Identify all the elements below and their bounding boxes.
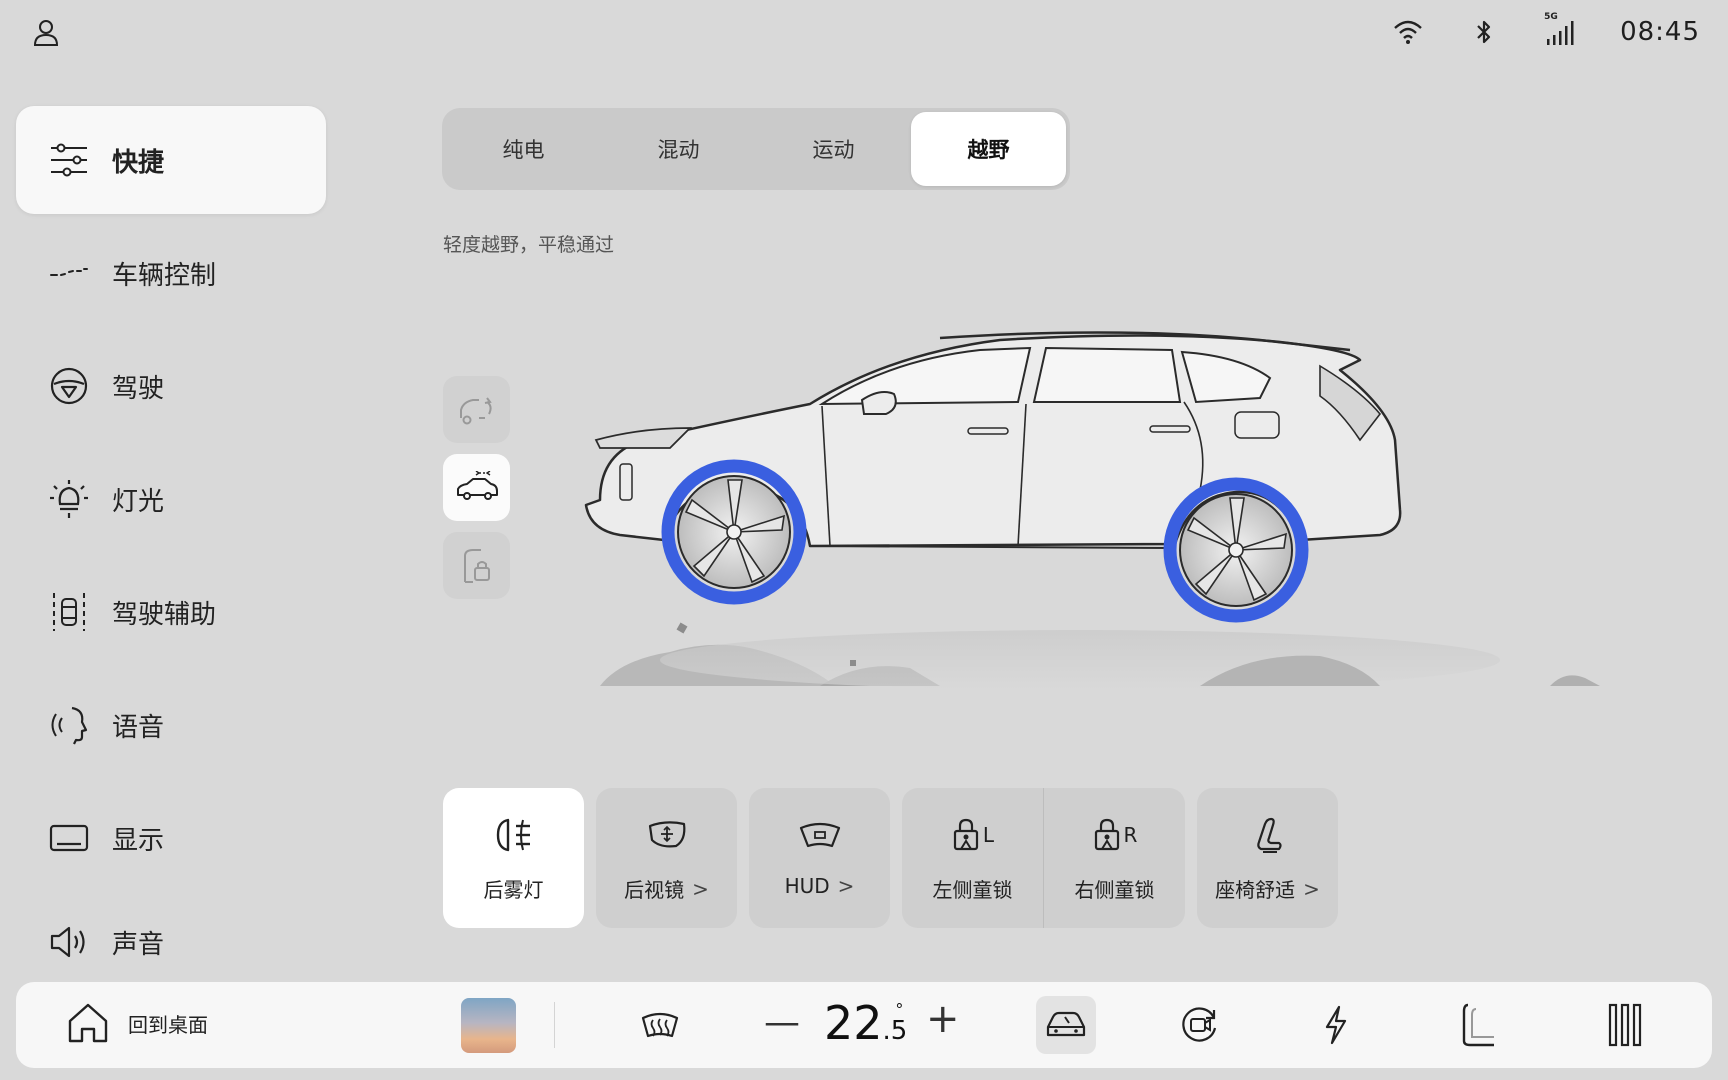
sidebar-item-driver-assist[interactable]: 驾驶辅助 bbox=[16, 558, 326, 666]
right-child-lock-button[interactable]: R 右侧童锁 bbox=[1044, 788, 1185, 928]
signal-5g-icon: 5G bbox=[1544, 12, 1576, 48]
network-badge: 5G bbox=[1544, 12, 1558, 22]
rear-fog-light-button[interactable]: 后雾灯 bbox=[443, 788, 584, 928]
tailgate-view-button[interactable] bbox=[443, 376, 510, 443]
steering-wheel-icon bbox=[48, 365, 90, 407]
seat-heat-icon bbox=[1604, 1003, 1644, 1047]
status-bar: 5G 08:45 bbox=[0, 0, 1728, 64]
hud-button[interactable]: HUD > bbox=[749, 788, 890, 928]
tailgate-icon bbox=[457, 392, 497, 428]
seat-heat-left-button[interactable] bbox=[1448, 1003, 1508, 1047]
camera-360-icon bbox=[1179, 1004, 1221, 1046]
mirror-label: 后视镜 bbox=[624, 878, 685, 902]
tab-off-road[interactable]: 越野 bbox=[911, 112, 1066, 186]
chevron-right-icon: > bbox=[1303, 876, 1320, 901]
sidebar-item-quick[interactable]: 快捷 bbox=[16, 106, 326, 214]
speaker-icon bbox=[48, 921, 90, 963]
car-button[interactable] bbox=[1036, 996, 1096, 1054]
fog-light-icon bbox=[494, 814, 534, 856]
chevron-right-icon: > bbox=[837, 874, 855, 898]
sidebar-item-vehicle-control[interactable]: 车辆控制 bbox=[16, 219, 326, 327]
seat-heat-icon bbox=[1458, 1003, 1498, 1047]
bluetooth-icon[interactable] bbox=[1468, 16, 1500, 48]
temp-decrease-button[interactable]: — bbox=[764, 1002, 800, 1043]
seat-comfort-label: 座椅舒适 bbox=[1215, 878, 1296, 902]
sidebar-item-label: 灯光 bbox=[112, 486, 165, 517]
bottom-dock: 回到桌面 — 22.5° + bbox=[16, 982, 1712, 1068]
sidebar-item-lights[interactable]: 灯光 bbox=[16, 445, 326, 553]
chevron-right-icon: > bbox=[692, 876, 709, 901]
display-icon bbox=[48, 817, 90, 859]
right-child-lock-label: 右侧童锁 bbox=[1074, 878, 1155, 902]
sidebar-item-label: 快捷 bbox=[112, 147, 165, 178]
sidebar-item-sound[interactable]: 声音 bbox=[16, 897, 326, 987]
temp-unit: ° bbox=[895, 1000, 904, 1019]
vehicle-control-icon bbox=[48, 252, 90, 294]
seat-heat-right-button[interactable] bbox=[1594, 1003, 1654, 1047]
sliders-icon bbox=[48, 139, 90, 181]
sidebar-item-label: 语音 bbox=[112, 712, 165, 743]
temperature-display: 22.5° bbox=[824, 996, 907, 1050]
energy-button[interactable] bbox=[1314, 1003, 1358, 1047]
sidebar-item-label: 车辆控制 bbox=[112, 260, 217, 291]
door-lock-view-button[interactable] bbox=[443, 532, 510, 599]
media-thumbnail[interactable] bbox=[461, 998, 516, 1053]
light-icon bbox=[48, 478, 90, 520]
clock: 08:45 bbox=[1620, 17, 1700, 47]
right-child-lock-icon: R bbox=[1092, 814, 1138, 856]
hud-label: HUD bbox=[784, 874, 830, 898]
quick-controls: 后雾灯 后视镜 > HUD > L 左侧童锁 R 右侧童锁 座椅舒适 > bbox=[443, 788, 1338, 928]
driver-assist-icon bbox=[48, 591, 90, 633]
sidebar-item-voice[interactable]: 语音 bbox=[16, 671, 326, 779]
seat-icon bbox=[1251, 814, 1285, 856]
sidebar-item-label: 驾驶辅助 bbox=[112, 599, 217, 630]
suspension-view-button[interactable] bbox=[443, 454, 510, 521]
temp-increase-button[interactable]: + bbox=[926, 996, 960, 1042]
sidebar-item-display[interactable]: 显示 bbox=[16, 784, 326, 892]
left-child-lock-label: 左侧童锁 bbox=[932, 878, 1013, 902]
seat-comfort-button[interactable]: 座椅舒适 > bbox=[1197, 788, 1338, 928]
lightning-icon bbox=[1323, 1005, 1349, 1045]
voice-icon bbox=[48, 704, 90, 746]
tab-sport[interactable]: 运动 bbox=[756, 112, 911, 186]
right-lock-letter: R bbox=[1123, 823, 1138, 847]
sidebar-item-label: 声音 bbox=[112, 929, 165, 960]
mirror-button[interactable]: 后视镜 > bbox=[596, 788, 737, 928]
temp-integer: 22 bbox=[824, 996, 883, 1050]
drive-mode-tabs: 纯电 混动 运动 越野 bbox=[442, 108, 1070, 190]
car-illustration bbox=[560, 330, 1620, 700]
mirror-icon bbox=[646, 814, 688, 856]
defrost-icon bbox=[640, 1010, 680, 1040]
home-icon bbox=[66, 1001, 110, 1045]
sidebar: 快捷 车辆控制 驾驶 灯光 驾驶辅助 语音 显示 声音 bbox=[16, 106, 326, 992]
camera-button[interactable] bbox=[1178, 1003, 1222, 1047]
sidebar-item-label: 驾驶 bbox=[112, 373, 165, 404]
sidebar-item-label: 显示 bbox=[112, 825, 165, 856]
home-label: 回到桌面 bbox=[128, 1012, 208, 1037]
car-height-icon bbox=[455, 470, 499, 505]
temp-decimal: .5 bbox=[882, 1016, 908, 1046]
left-lock-letter: L bbox=[982, 823, 995, 847]
dock-divider bbox=[554, 1002, 555, 1048]
rear-defrost-button[interactable] bbox=[638, 1003, 682, 1047]
home-button[interactable]: 回到桌面 bbox=[66, 1001, 208, 1045]
view-buttons bbox=[443, 376, 510, 610]
left-child-lock-button[interactable]: L 左侧童锁 bbox=[902, 788, 1043, 928]
left-child-lock-icon: L bbox=[951, 814, 994, 856]
tab-pure-electric[interactable]: 纯电 bbox=[446, 112, 601, 186]
child-lock-group: L 左侧童锁 R 右侧童锁 bbox=[902, 788, 1185, 928]
hud-icon bbox=[798, 814, 842, 856]
wifi-icon[interactable] bbox=[1392, 16, 1424, 48]
sidebar-item-driving[interactable]: 驾驶 bbox=[16, 332, 326, 440]
mode-description: 轻度越野，平稳通过 bbox=[443, 234, 615, 256]
car-icon bbox=[1045, 1009, 1087, 1041]
tab-hybrid[interactable]: 混动 bbox=[601, 112, 756, 186]
door-lock-icon bbox=[459, 546, 495, 586]
rear-fog-label: 后雾灯 bbox=[483, 878, 544, 902]
user-icon[interactable] bbox=[33, 19, 59, 47]
